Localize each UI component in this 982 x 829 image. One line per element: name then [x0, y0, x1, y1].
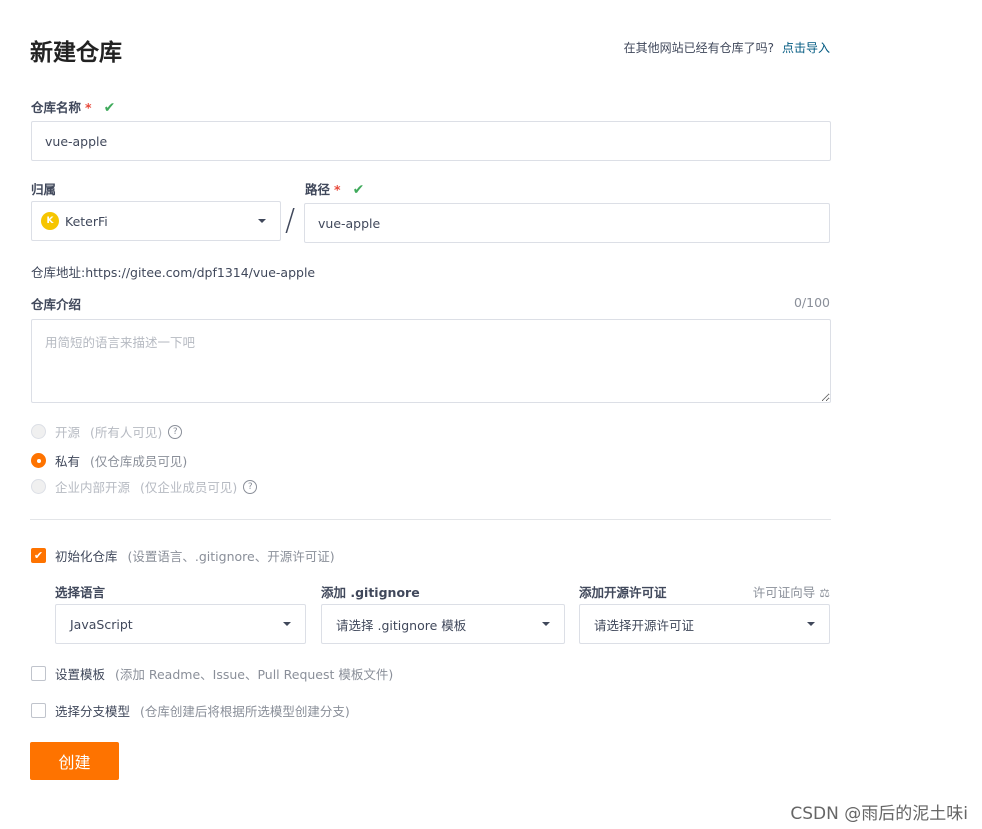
description-counter: 0/100 [793, 295, 830, 310]
language-value: JavaScript [70, 616, 133, 632]
gitignore-select[interactable]: 请选择 .gitignore 模板 [321, 604, 565, 644]
owner-selected: K KeterFi [41, 212, 108, 230]
path-value: vue-apple [318, 215, 381, 231]
branch-model-label: 选择分支模型 [55, 704, 131, 719]
radio-public[interactable] [31, 424, 46, 439]
valid-check-icon: ✔ [352, 182, 365, 198]
import-link[interactable]: 点击导入 [782, 41, 830, 55]
init-repo-label: 初始化仓库 [55, 549, 118, 564]
repo-address-label: 仓库地址: [31, 265, 86, 280]
license-guide-link[interactable]: 许可证向导 ⚖ [753, 582, 830, 601]
gitignore-value: 请选择 .gitignore 模板 [336, 617, 467, 633]
license-value: 请选择开源许可证 [594, 617, 695, 633]
license-guide-text: 许可证向导 [752, 585, 816, 600]
owner-value: KeterFi [65, 213, 108, 229]
template-label: 设置模板 [55, 667, 106, 682]
path-label-row: 路径 * ✔ [305, 179, 364, 198]
init-repo-option[interactable]: ✔ 初始化仓库 (设置语言、.gitignore、开源许可证) [31, 546, 335, 565]
caret-down-icon [283, 622, 291, 626]
radio-private[interactable] [31, 453, 46, 468]
description-textarea[interactable] [31, 319, 831, 403]
visibility-option-private[interactable]: 私有 (仅仓库成员可见) [31, 451, 187, 470]
repo-address: 仓库地址:https://gitee.com/dpf1314/vue-apple [31, 262, 315, 281]
required-mark: * [334, 182, 341, 197]
license-label: 添加开源许可证 [579, 585, 667, 600]
avatar: K [41, 212, 59, 230]
path-separator: / [285, 203, 296, 238]
help-icon[interactable]: ? [168, 424, 183, 439]
scale-icon: ⚖ [819, 586, 830, 600]
visibility-private-label: 私有 [55, 454, 81, 469]
caret-down-icon [807, 622, 815, 626]
init-repo-hint: (设置语言、.gitignore、开源许可证) [127, 549, 335, 564]
caret-down-icon [542, 622, 550, 626]
visibility-option-enterprise[interactable]: 企业内部开源 (仅企业成员可见) ? [31, 477, 258, 496]
visibility-public-label: 开源 [55, 425, 81, 440]
template-checkbox[interactable] [31, 666, 46, 681]
visibility-option-public[interactable]: 开源 (所有人可见) ? [31, 422, 183, 441]
watermark: CSDN @雨后的泥土味i [790, 804, 968, 824]
branch-model-checkbox[interactable] [31, 703, 46, 718]
repo-name-label-row: 仓库名称 * ✔ [31, 97, 115, 116]
language-label: 选择语言 [55, 585, 106, 600]
repo-name-label: 仓库名称 [31, 100, 82, 115]
path-input[interactable]: vue-apple [304, 203, 830, 243]
repo-address-url: https://gitee.com/dpf1314/vue-apple [85, 265, 316, 280]
page-title: 新建仓库 [30, 40, 122, 66]
template-hint: (添加 Readme、Issue、Pull Request 模板文件) [115, 667, 394, 682]
import-prompt: 在其他网站已经有仓库了吗? [623, 41, 774, 55]
description-label: 仓库介绍 [31, 297, 82, 312]
import-tip: 在其他网站已经有仓库了吗? 点击导入 [624, 39, 830, 56]
init-repo-checkbox[interactable]: ✔ [31, 548, 46, 563]
valid-check-icon: ✔ [103, 100, 116, 116]
visibility-enterprise-label: 企业内部开源 [55, 480, 131, 495]
repo-name-value: vue-apple [45, 133, 108, 149]
create-button[interactable]: 创建 [30, 742, 119, 780]
language-select[interactable]: JavaScript [55, 604, 306, 644]
gitignore-label: 添加 .gitignore [321, 585, 420, 600]
visibility-enterprise-hint: (仅企业成员可见) [140, 480, 238, 495]
help-icon[interactable]: ? [243, 479, 258, 494]
repo-name-input[interactable]: vue-apple [31, 121, 831, 161]
owner-label: 归属 [31, 182, 57, 197]
branch-model-hint: (仓库创建后将根据所选模型创建分支) [140, 704, 350, 719]
license-select[interactable]: 请选择开源许可证 [579, 604, 830, 644]
visibility-public-hint: (所有人可见) [90, 425, 163, 440]
owner-select[interactable]: K KeterFi [31, 201, 281, 241]
path-label: 路径 [305, 182, 331, 197]
divider [30, 519, 831, 520]
required-mark: * [85, 100, 92, 115]
template-option[interactable]: 设置模板 (添加 Readme、Issue、Pull Request 模板文件) [31, 664, 393, 683]
radio-enterprise[interactable] [31, 479, 46, 494]
branch-model-option[interactable]: 选择分支模型 (仓库创建后将根据所选模型创建分支) [31, 701, 350, 720]
caret-down-icon [258, 219, 266, 223]
visibility-private-hint: (仅仓库成员可见) [90, 454, 188, 469]
